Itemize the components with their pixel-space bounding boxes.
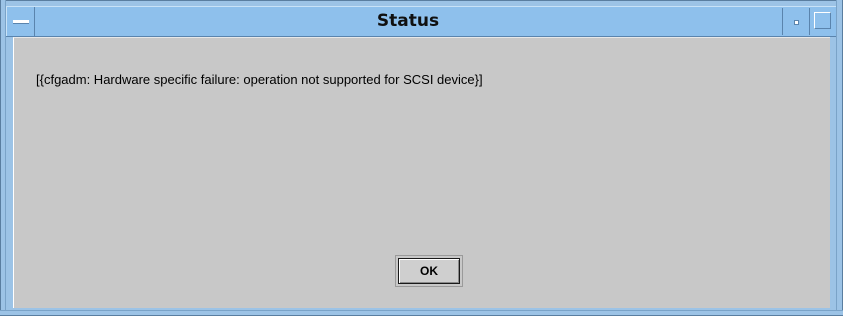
- window-frame-bottom[interactable]: [0, 310, 843, 316]
- window-menu-button[interactable]: [6, 7, 35, 36]
- minimize-icon: [794, 20, 799, 25]
- window-menu-icon: [13, 20, 29, 24]
- status-window: Status [{cfgadm: Hardware specific failu…: [0, 0, 843, 316]
- minimize-button[interactable]: [782, 8, 809, 35]
- maximize-button[interactable]: [809, 8, 836, 35]
- window-title: Status: [376, 11, 440, 31]
- window-frame-right[interactable]: [836, 0, 843, 316]
- window-frame-left[interactable]: [0, 0, 6, 316]
- ok-button[interactable]: OK: [398, 258, 460, 284]
- maximize-icon: [814, 12, 831, 29]
- dialog-body: [{cfgadm: Hardware specific failure: ope…: [13, 37, 830, 308]
- title-bar[interactable]: Status: [6, 6, 836, 37]
- status-message: [{cfgadm: Hardware specific failure: ope…: [36, 72, 483, 87]
